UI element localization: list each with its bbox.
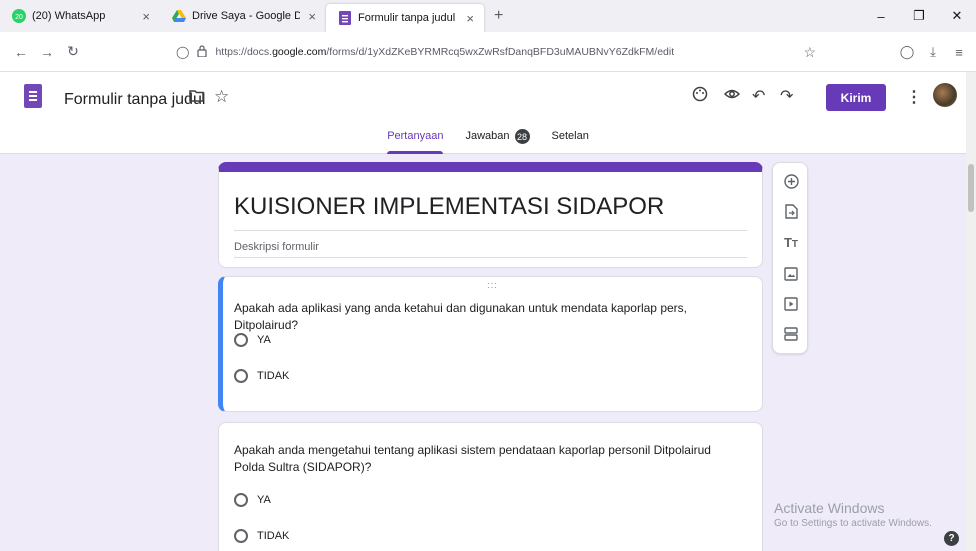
tab-setelan[interactable]: Setelan: [552, 124, 589, 154]
close-icon[interactable]: ×: [142, 9, 150, 24]
redo-icon[interactable]: ↷: [780, 86, 793, 106]
send-button[interactable]: Kirim: [826, 84, 886, 111]
svg-text:20: 20: [15, 14, 23, 21]
new-tab-button[interactable]: +: [494, 7, 503, 25]
add-section-icon[interactable]: [773, 327, 809, 344]
undo-icon[interactable]: ↶: [752, 86, 765, 106]
form-title[interactable]: KUISIONER IMPLEMENTASI SIDAPOR: [234, 193, 664, 221]
help-icon[interactable]: ?: [944, 531, 959, 546]
radio-option[interactable]: TIDAK: [234, 369, 289, 383]
watermark-title: Activate Windows: [774, 500, 885, 516]
restore-icon[interactable]: ❐: [900, 8, 938, 24]
close-icon[interactable]: ×: [466, 11, 474, 26]
form-document-title[interactable]: Formulir tanpa judul: [64, 91, 205, 109]
responses-count-badge: 28: [514, 129, 530, 144]
minimize-icon[interactable]: –: [862, 9, 900, 24]
preview-eye-icon[interactable]: [723, 86, 741, 107]
radio-option[interactable]: TIDAK: [234, 529, 289, 543]
lock-icon[interactable]: [197, 44, 208, 60]
navigation-bar: ← → ↻ ◯ https://docs.google.com/forms/d/…: [0, 32, 976, 72]
palette-icon[interactable]: [692, 86, 708, 107]
activate-windows-watermark: Activate Windows Go to Settings to activ…: [774, 500, 932, 529]
question-card[interactable]: Apakah anda mengetahui tentang aplikasi …: [218, 422, 763, 551]
url-text: https://docs.google.com/forms/d/1yXdZKeB…: [215, 46, 675, 58]
star-icon[interactable]: ☆: [214, 87, 229, 107]
form-description-field[interactable]: Deskripsi formulir: [234, 241, 319, 253]
bookmark-star-icon[interactable]: ☆: [803, 44, 816, 61]
divider: [234, 257, 747, 258]
close-window-icon[interactable]: ✕: [938, 8, 976, 24]
radio-icon[interactable]: [234, 369, 248, 383]
whatsapp-icon: 20: [12, 9, 26, 23]
add-video-icon[interactable]: [773, 297, 809, 314]
watermark-subtitle: Go to Settings to activate Windows.: [774, 518, 932, 529]
radio-icon[interactable]: [234, 333, 248, 347]
google-forms-icon: [338, 11, 352, 25]
tab-title: Formulir tanpa judul - Google F: [358, 12, 458, 24]
tab-google-drive[interactable]: Drive Saya - Google Drive ×: [160, 0, 326, 32]
scrollbar-thumb[interactable]: [968, 164, 974, 212]
tab-pertanyaan[interactable]: Pertanyaan: [387, 124, 444, 154]
drag-handle-icon[interactable]: ∶∶∶: [223, 281, 762, 292]
forward-icon[interactable]: →: [34, 44, 60, 60]
tab-title: (20) WhatsApp: [32, 10, 106, 22]
address-bar[interactable]: ◯ https://docs.google.com/forms/d/1yXdZK…: [170, 37, 824, 67]
import-questions-icon[interactable]: [773, 204, 809, 222]
tab-whatsapp[interactable]: 20 (20) WhatsApp ×: [0, 0, 160, 32]
radio-option[interactable]: YA: [234, 493, 271, 507]
window-controls: – ❐ ✕: [862, 0, 976, 32]
more-options-icon[interactable]: ⋮: [906, 87, 922, 107]
tab-google-forms[interactable]: Formulir tanpa judul - Google F ×: [326, 4, 484, 32]
add-title-icon[interactable]: TT: [773, 235, 809, 250]
google-forms-logo-icon[interactable]: [24, 84, 42, 108]
form-title-card[interactable]: KUISIONER IMPLEMENTASI SIDAPOR Deskripsi…: [218, 162, 763, 268]
question-text[interactable]: Apakah anda mengetahui tentang aplikasi …: [234, 442, 744, 476]
divider: [234, 230, 747, 231]
pocket-icon[interactable]: ◯: [894, 44, 920, 60]
menu-icon[interactable]: ≡: [946, 45, 972, 60]
close-icon[interactable]: ×: [308, 9, 316, 24]
add-image-icon[interactable]: [773, 267, 809, 284]
google-drive-icon: [172, 9, 186, 23]
reload-icon[interactable]: ↻: [60, 43, 86, 60]
tab-jawaban[interactable]: Jawaban 28: [465, 124, 530, 154]
toolbar-right: ◯ ⤓ ≡: [894, 32, 972, 72]
question-text[interactable]: Apakah ada aplikasi yang anda ketahui da…: [234, 300, 744, 334]
form-tabs: Pertanyaan Jawaban 28 Setelan: [0, 124, 976, 154]
scrollbar[interactable]: [966, 72, 976, 551]
shield-icon[interactable]: ◯: [176, 45, 189, 59]
question-card[interactable]: ∶∶∶ Apakah ada aplikasi yang anda ketahu…: [218, 276, 763, 412]
tab-title: Drive Saya - Google Drive: [192, 10, 301, 22]
folder-icon[interactable]: [189, 89, 204, 107]
back-icon[interactable]: ←: [8, 44, 34, 60]
browser-tab-strip: 20 (20) WhatsApp × Drive Saya - Google D…: [0, 0, 976, 32]
radio-icon[interactable]: [234, 529, 248, 543]
forms-header: Formulir tanpa judul ☆ ↶ ↷ Kirim ⋮ Perta…: [0, 72, 976, 154]
download-icon[interactable]: ⤓: [920, 44, 946, 60]
add-question-icon[interactable]: [773, 174, 809, 192]
radio-option[interactable]: YA: [234, 333, 271, 347]
avatar[interactable]: [933, 83, 957, 107]
radio-icon[interactable]: [234, 493, 248, 507]
question-toolbar: TT: [772, 162, 808, 354]
